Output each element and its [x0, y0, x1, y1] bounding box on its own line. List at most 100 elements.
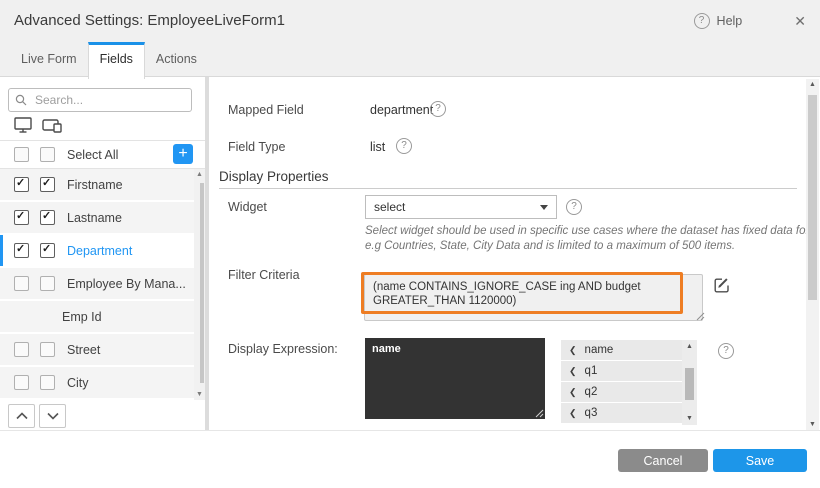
add-field-button[interactable]: + [173, 144, 193, 164]
select-all-web-checkbox[interactable] [14, 147, 29, 162]
mobile-checkbox[interactable] [40, 342, 55, 357]
expression-field-item[interactable]: ❮ q1 [561, 361, 682, 381]
web-checkbox[interactable] [14, 177, 29, 192]
scroll-down-icon[interactable]: ▼ [194, 391, 205, 398]
move-down-button[interactable] [39, 404, 66, 428]
dialog-header: Advanced Settings: EmployeeLiveForm1 ? H… [0, 0, 820, 42]
filter-criteria-label: Filter Criteria [228, 268, 300, 282]
field-row[interactable]: Street [0, 334, 205, 365]
filter-criteria-textarea[interactable]: (name CONTAINS_IGNORE_CASE ing AND budge… [364, 274, 703, 321]
mobile-checkbox[interactable] [40, 243, 55, 258]
fields-sidebar: Select All + Firstname Lastname Departme… [0, 77, 205, 430]
sidebar-scrollbar[interactable]: ▲ ▼ [194, 169, 205, 400]
dropdown-caret-icon [540, 205, 548, 210]
resize-handle-icon[interactable] [696, 312, 705, 321]
footer-divider [0, 430, 820, 431]
expression-editor-value: name [372, 343, 401, 355]
resize-handle-icon[interactable] [535, 409, 544, 418]
help-icon[interactable]: ? [694, 13, 710, 29]
expression-field-label: name [585, 344, 614, 356]
expression-list-scrollbar[interactable]: ▲ ▼ [682, 340, 697, 425]
widget-help-icon[interactable]: ? [566, 199, 582, 215]
field-row[interactable]: Lastname [0, 202, 205, 233]
field-type-label: Field Type [228, 140, 285, 154]
chevron-down-icon [47, 412, 59, 420]
field-row[interactable]: City [0, 367, 205, 398]
display-expression-label: Display Expression: [228, 342, 338, 356]
desktop-icon[interactable] [14, 117, 33, 138]
save-button[interactable]: Save [713, 449, 807, 472]
expression-field-list: ❮ name ❮ q1 ❮ q2 ❮ q3 [561, 340, 682, 425]
mapped-field-label: Mapped Field [228, 103, 304, 117]
scroll-up-icon[interactable]: ▲ [682, 343, 697, 350]
mapped-field-help-icon[interactable]: ? [430, 101, 446, 117]
field-properties-panel: Mapped Field department ? Field Type lis… [209, 77, 805, 430]
field-row-label: Firstname [67, 178, 123, 192]
scroll-up-icon[interactable]: ▲ [806, 81, 819, 88]
cancel-button[interactable]: Cancel [618, 449, 708, 472]
field-row[interactable]: Employee By Mana... [0, 268, 205, 299]
select-all-row: Select All + [0, 141, 205, 168]
widget-helper-text: Select widget should be used in specific… [365, 224, 820, 254]
scrollbar-thumb[interactable] [200, 183, 204, 383]
expression-field-item[interactable]: ❮ q3 [561, 403, 682, 423]
scroll-down-icon[interactable]: ▼ [806, 421, 819, 428]
field-row-label: Street [67, 343, 100, 357]
select-all-label: Select All [67, 148, 118, 162]
mapped-field-value: department [370, 103, 433, 117]
search-input[interactable] [33, 92, 185, 108]
field-row[interactable]: Department [0, 235, 205, 266]
field-list: Firstname Lastname Department Employee B… [0, 169, 205, 400]
field-row[interactable]: Firstname [0, 169, 205, 200]
search-icon [15, 94, 27, 106]
scroll-down-icon[interactable]: ▼ [682, 415, 697, 422]
web-checkbox[interactable] [14, 342, 29, 357]
field-row-label: City [67, 376, 89, 390]
edit-filter-icon[interactable] [713, 276, 731, 299]
expression-field-item[interactable]: ❮ name [561, 340, 682, 360]
chevron-left-icon[interactable]: ❮ [569, 408, 577, 419]
mobile-checkbox[interactable] [40, 276, 55, 291]
mobile-checkbox[interactable] [40, 375, 55, 390]
close-icon[interactable]: ✕ [794, 13, 806, 30]
page-title: Advanced Settings: EmployeeLiveForm1 [14, 0, 285, 42]
tab-live-form[interactable]: Live Form [10, 42, 88, 76]
mobile-tablet-icon[interactable] [42, 117, 63, 138]
expression-field-label: q1 [585, 365, 598, 377]
widget-select[interactable]: select [365, 195, 557, 219]
select-all-mobile-checkbox[interactable] [40, 147, 55, 162]
scrollbar-thumb[interactable] [685, 368, 694, 400]
advanced-settings-dialog: Advanced Settings: EmployeeLiveForm1 ? H… [0, 0, 820, 488]
scroll-up-icon[interactable]: ▲ [194, 171, 205, 178]
web-checkbox[interactable] [14, 276, 29, 291]
web-checkbox[interactable] [14, 243, 29, 258]
tab-bar: Live Form Fields Actions [0, 42, 820, 77]
scrollbar-thumb[interactable] [808, 95, 817, 300]
chevron-left-icon[interactable]: ❮ [569, 387, 577, 398]
field-row-label: Lastname [67, 211, 122, 225]
field-type-help-icon[interactable]: ? [396, 138, 412, 154]
web-checkbox[interactable] [14, 375, 29, 390]
tab-actions[interactable]: Actions [145, 42, 208, 76]
field-row[interactable]: Emp Id [0, 301, 205, 332]
section-title: Display Properties [219, 169, 329, 184]
widget-label: Widget [228, 200, 267, 214]
display-expression-help-icon[interactable]: ? [718, 343, 734, 359]
help-link[interactable]: Help [717, 14, 743, 28]
field-type-value: list [370, 140, 385, 154]
web-checkbox[interactable] [14, 210, 29, 225]
move-up-button[interactable] [8, 404, 35, 428]
mobile-checkbox[interactable] [40, 177, 55, 192]
mobile-checkbox[interactable] [40, 210, 55, 225]
tab-fields[interactable]: Fields [88, 42, 145, 79]
chevron-left-icon[interactable]: ❮ [569, 366, 577, 377]
search-box[interactable] [8, 88, 192, 112]
expression-field-item[interactable]: ❮ q2 [561, 382, 682, 402]
main-scrollbar[interactable]: ▲ ▼ [806, 79, 819, 430]
expression-field-label: q3 [585, 407, 598, 419]
field-row-label: Department [67, 244, 132, 258]
expression-editor[interactable]: name [365, 338, 545, 419]
chevron-left-icon[interactable]: ❮ [569, 345, 577, 356]
expression-field-label: q2 [585, 386, 598, 398]
field-row-label: Employee By Mana... [67, 277, 186, 291]
